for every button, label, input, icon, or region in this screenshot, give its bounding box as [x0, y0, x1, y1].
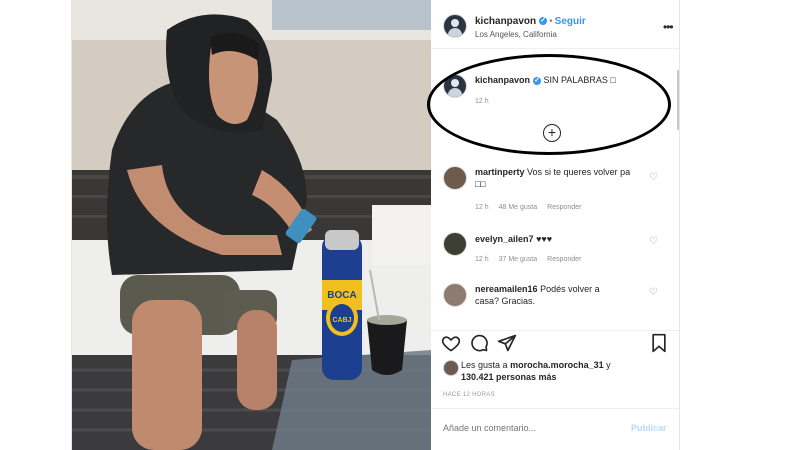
- comment-meta: 12 h 37 Me gusta Responder: [475, 256, 591, 263]
- likes-count[interactable]: 130.421 personas más: [461, 372, 557, 382]
- comment-avatar[interactable]: [443, 283, 467, 307]
- post-actions: Les gusta a morocha.morocha_31 y 130.421…: [431, 330, 679, 391]
- comment: evelyn_ailen7 ♥♥♥: [475, 233, 643, 245]
- comment-time: 12 h: [475, 204, 489, 211]
- post-timestamp[interactable]: HACE 12 HORAS: [443, 392, 495, 398]
- comment-avatar[interactable]: [443, 166, 467, 190]
- author-avatar[interactable]: [443, 14, 467, 38]
- post-location[interactable]: Los Angeles, California: [475, 30, 557, 39]
- photo-illustration: BOCA CABJ: [72, 0, 431, 450]
- share-icon[interactable]: [497, 333, 517, 358]
- more-options-icon[interactable]: •••: [663, 20, 674, 34]
- comment-input[interactable]: [443, 419, 613, 437]
- thermos-text-bottom: CABJ: [332, 317, 351, 324]
- comment-likes[interactable]: 48 Me gusta: [499, 204, 538, 211]
- likes-prefix: Les gusta a: [461, 360, 508, 370]
- comment-time: 12 h: [475, 256, 489, 263]
- comment-icon[interactable]: [469, 333, 489, 358]
- like-comment-icon[interactable]: ♡: [649, 287, 658, 298]
- post-side-panel: kichanpavon ✓ • Seguir Los Angeles, Califor…: [427, 0, 679, 450]
- comment-meta: 12 h 48 Me gusta Responder: [475, 204, 591, 211]
- like-comment-icon[interactable]: ♡: [649, 172, 658, 183]
- comment-username[interactable]: evelyn_ailen7: [475, 234, 534, 244]
- comment-text: ♥♥♥: [536, 234, 553, 244]
- likes-summary: Les gusta a morocha.morocha_31 y 130.421…: [461, 359, 611, 383]
- comments-scrollbar[interactable]: [677, 70, 679, 130]
- annotation-circle: [427, 54, 671, 155]
- likes-avatar[interactable]: [443, 360, 459, 376]
- author-username[interactable]: kichanpavon: [475, 16, 536, 27]
- thermos-text-top: BOCA: [327, 290, 356, 301]
- comment: nereamailen16 Podés volver a casa? Graci…: [475, 283, 625, 307]
- comment-likes[interactable]: 37 Me gusta: [499, 256, 538, 263]
- likes-user[interactable]: morocha.morocha_31: [510, 360, 604, 370]
- comment: martinperty Vos si te queres volver pa □…: [475, 166, 643, 190]
- post-header: kichanpavon ✓ • Seguir Los Angeles, Califor…: [431, 0, 679, 49]
- reply-button[interactable]: Responder: [547, 256, 581, 263]
- instagram-post: BOCA CABJ kichanpavon ✓ • Seguir Los Angele…: [71, 0, 680, 450]
- comment-avatar[interactable]: [443, 232, 467, 256]
- comment-username[interactable]: nereamailen16: [475, 284, 538, 294]
- author-line: kichanpavon ✓ • Seguir: [475, 16, 586, 27]
- comment-username[interactable]: martinperty: [475, 167, 525, 177]
- follow-button[interactable]: Seguir: [555, 16, 586, 27]
- heart-icon[interactable]: [441, 333, 461, 358]
- bookmark-icon[interactable]: [649, 333, 669, 358]
- like-comment-icon[interactable]: ♡: [649, 236, 658, 247]
- reply-button[interactable]: Responder: [547, 204, 581, 211]
- post-photo: BOCA CABJ: [72, 0, 431, 450]
- verified-icon: ✓: [539, 17, 548, 26]
- publish-button[interactable]: Publicar: [631, 423, 667, 433]
- separator-dot: •: [549, 16, 553, 27]
- likes-suffix: y: [606, 360, 611, 370]
- add-comment-bar: Publicar: [431, 408, 679, 449]
